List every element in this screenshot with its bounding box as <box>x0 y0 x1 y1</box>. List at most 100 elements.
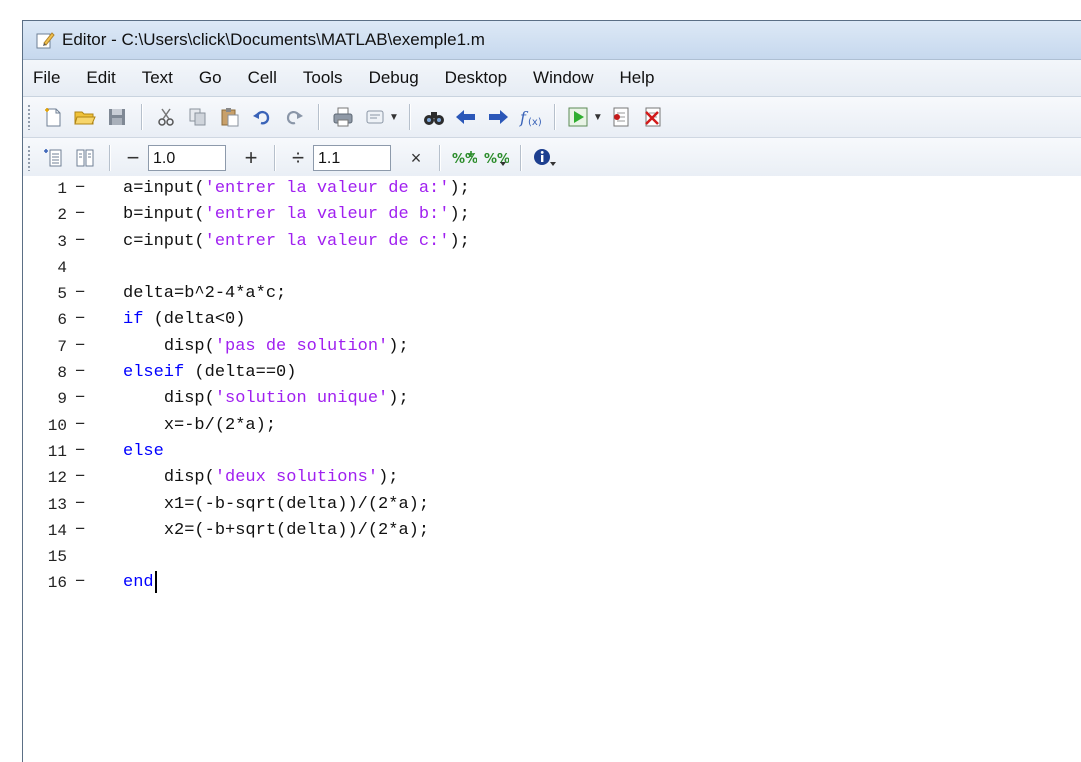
percent-up-icon[interactable]: %% <box>449 143 479 173</box>
menu-text[interactable]: Text <box>129 68 186 88</box>
code-text[interactable]: else <box>123 439 164 465</box>
code-line[interactable]: 6− if (delta<0) <box>23 307 1081 333</box>
menu-file[interactable]: File <box>23 68 73 88</box>
code-text[interactable]: a=input('entrer la valeur de a:'); <box>123 176 470 202</box>
find-binoculars-icon[interactable] <box>419 102 449 132</box>
set-breakpoint-icon[interactable] <box>606 102 636 132</box>
value-field-2[interactable]: 1.1 <box>313 145 391 171</box>
run-icon[interactable] <box>564 102 594 132</box>
undo-icon[interactable] <box>247 102 277 132</box>
code-line[interactable]: 7− disp('pas de solution'); <box>23 334 1081 360</box>
keyword-token: else <box>123 441 164 461</box>
code-line[interactable]: 4 <box>23 255 1081 281</box>
menu-help[interactable]: Help <box>607 68 668 88</box>
chevron-down-icon[interactable]: ▼ <box>593 112 603 123</box>
code-text[interactable]: disp('deux solutions'); <box>123 465 399 491</box>
string-token: 'deux solutions' <box>214 468 379 488</box>
main-toolbar: ▼ f (x) ▼ <box>23 97 1081 138</box>
breakpoint-marker[interactable]: − <box>67 229 123 255</box>
code-text[interactable]: x1=(-b-sqrt(delta))/(2*a); <box>123 492 429 518</box>
back-arrow-icon[interactable] <box>451 102 481 132</box>
breakpoint-marker[interactable] <box>67 544 123 570</box>
value-field-1[interactable]: 1.0 <box>148 145 226 171</box>
insert-cell-icon[interactable] <box>70 143 100 173</box>
insert-cell-divider-icon[interactable] <box>38 143 68 173</box>
code-text[interactable]: c=input('entrer la valeur de c:'); <box>123 229 470 255</box>
print-icon[interactable] <box>328 102 358 132</box>
breakpoint-marker[interactable]: − <box>67 307 123 333</box>
menu-cell[interactable]: Cell <box>235 68 290 88</box>
code-line[interactable]: 14− x2=(-b+sqrt(delta))/(2*a); <box>23 518 1081 544</box>
code-line[interactable]: 16− end <box>23 570 1081 596</box>
breakpoint-marker[interactable]: − <box>67 413 123 439</box>
text-cursor <box>154 570 157 593</box>
toolbar-grip[interactable] <box>27 145 31 171</box>
decrement-button[interactable]: − <box>118 145 148 171</box>
code-line[interactable]: 9− disp('solution unique'); <box>23 386 1081 412</box>
code-line[interactable]: 15 <box>23 544 1081 570</box>
code-text[interactable]: end <box>123 570 157 596</box>
breakpoint-marker[interactable]: − <box>67 386 123 412</box>
breakpoint-marker[interactable]: − <box>67 570 123 596</box>
redo-icon[interactable] <box>279 102 309 132</box>
code-line[interactable]: 8− elseif (delta==0) <box>23 360 1081 386</box>
new-file-icon[interactable] <box>38 102 68 132</box>
comment-icon[interactable] <box>360 102 390 132</box>
code-editor[interactable]: 1− a=input('entrer la valeur de a:'); 2− b=… <box>23 176 1081 762</box>
forward-arrow-icon[interactable] <box>483 102 513 132</box>
menu-debug[interactable]: Debug <box>356 68 432 88</box>
breakpoint-marker[interactable]: − <box>67 465 123 491</box>
cut-icon[interactable] <box>151 102 181 132</box>
code-text[interactable]: elseif (delta==0) <box>123 360 296 386</box>
breakpoint-marker[interactable]: − <box>67 518 123 544</box>
save-icon[interactable] <box>102 102 132 132</box>
divide-button[interactable]: ÷ <box>283 145 313 171</box>
increment-button[interactable]: + <box>236 145 266 171</box>
paste-icon[interactable] <box>215 102 245 132</box>
copy-icon[interactable] <box>183 102 213 132</box>
code-text[interactable]: disp('pas de solution'); <box>123 334 409 360</box>
line-number: 8 <box>57 364 67 383</box>
code-text[interactable]: delta=b^2-4*a*c; <box>123 281 286 307</box>
info-icon[interactable] <box>530 143 560 173</box>
menu-go[interactable]: Go <box>186 68 235 88</box>
menu-desktop[interactable]: Desktop <box>432 68 520 88</box>
code-line[interactable]: 13− x1=(-b-sqrt(delta))/(2*a); <box>23 492 1081 518</box>
code-line[interactable]: 3− c=input('entrer la valeur de c:'); <box>23 229 1081 255</box>
menu-tools[interactable]: Tools <box>290 68 356 88</box>
code-line[interactable]: 10− x=-b/(2*a); <box>23 413 1081 439</box>
keyword-token: end <box>123 573 154 593</box>
code-text[interactable]: if (delta<0) <box>123 307 245 333</box>
breakpoint-marker[interactable]: − <box>67 439 123 465</box>
multiply-button[interactable]: × <box>401 148 431 169</box>
code-text[interactable]: b=input('entrer la valeur de b:'); <box>123 202 470 228</box>
code-line[interactable]: 5− delta=b^2-4*a*c; <box>23 281 1081 307</box>
code-text[interactable]: x2=(-b+sqrt(delta))/(2*a); <box>123 518 429 544</box>
open-folder-icon[interactable] <box>70 102 100 132</box>
breakpoint-marker[interactable]: − <box>67 281 123 307</box>
menu-edit[interactable]: Edit <box>73 68 128 88</box>
breakpoint-marker[interactable]: − <box>67 360 123 386</box>
code-line[interactable]: 12− disp('deux solutions'); <box>23 465 1081 491</box>
breakpoint-marker[interactable]: − <box>67 334 123 360</box>
code-line[interactable]: 1− a=input('entrer la valeur de a:'); <box>23 176 1081 202</box>
breakpoint-marker[interactable]: − <box>67 176 123 202</box>
title-bar: Editor - C:\Users\click\Documents\MATLAB… <box>23 21 1081 60</box>
toolbar-grip[interactable] <box>27 104 31 130</box>
code-token: disp( <box>163 389 215 409</box>
breakpoint-marker[interactable]: − <box>67 492 123 518</box>
code-token: a=input( <box>123 179 205 198</box>
chevron-down-icon[interactable]: ▼ <box>389 112 399 123</box>
breakpoint-marker[interactable]: − <box>67 202 123 228</box>
keyword-token: elseif <box>123 363 185 383</box>
code-text[interactable]: disp('solution unique'); <box>123 386 409 412</box>
menu-window[interactable]: Window <box>520 68 606 88</box>
breakpoint-marker[interactable] <box>67 255 123 281</box>
code-text[interactable]: x=-b/(2*a); <box>123 413 276 439</box>
function-icon[interactable]: f (x) <box>515 102 545 132</box>
code-line[interactable]: 11− else <box>23 439 1081 465</box>
code-line[interactable]: 2− b=input('entrer la valeur de b:'); <box>23 202 1081 228</box>
clear-breakpoints-icon[interactable] <box>638 102 668 132</box>
percent-down-icon[interactable]: %% <box>481 143 511 173</box>
